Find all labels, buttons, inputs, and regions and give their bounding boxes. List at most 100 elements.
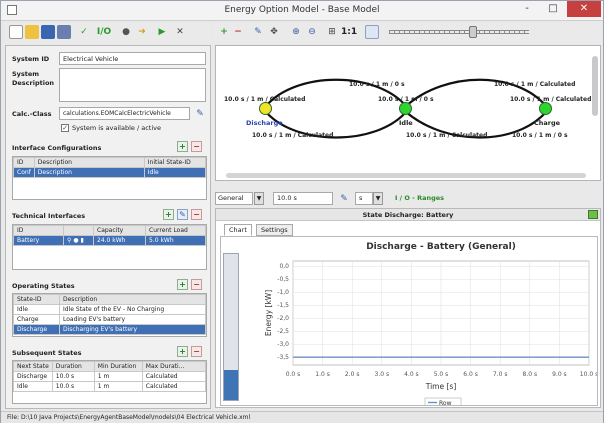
forward-icon[interactable]: ➜ bbox=[135, 25, 149, 39]
table-row[interactable]: Charge Loading EV's battery bbox=[13, 314, 206, 325]
save-as-icon[interactable] bbox=[57, 25, 71, 39]
time-input[interactable]: 10.0 s bbox=[273, 192, 333, 205]
layout-icon[interactable] bbox=[365, 25, 379, 39]
column-header[interactable]: ID bbox=[13, 225, 64, 236]
node-label-discharge: Discharge bbox=[246, 119, 283, 127]
edge-label: 10.0 s / 1 m / 0 s bbox=[349, 81, 405, 88]
column-header[interactable]: Current Load bbox=[145, 225, 206, 236]
fit-icon[interactable]: ⊞ bbox=[325, 25, 339, 39]
column-header[interactable]: ID bbox=[13, 157, 35, 168]
table-row[interactable]: Discharge 10.0 s 1 m Calculated bbox=[13, 371, 206, 382]
vertical-scrollbar[interactable] bbox=[592, 56, 598, 116]
zoom-in-icon[interactable]: ⊕ bbox=[289, 25, 303, 39]
io-button[interactable]: I/O bbox=[93, 25, 115, 39]
y-tick-label: 0,0 bbox=[279, 263, 289, 270]
check-icon[interactable]: ✓ bbox=[77, 25, 91, 39]
interface-type-icons: ⚲ ● ▮ bbox=[63, 235, 94, 246]
unit-select[interactable]: s bbox=[355, 192, 373, 205]
system-id-input[interactable]: Electrical Vehicle bbox=[59, 52, 206, 65]
line-chart: Discharge - Battery (General) 0,0 -0,5 -1,0… bbox=[264, 242, 597, 405]
graph-node-discharge[interactable] bbox=[259, 102, 272, 115]
zoom-ratio-button[interactable]: 1:1 bbox=[341, 25, 357, 39]
move-icon[interactable]: ✥ bbox=[267, 25, 281, 39]
maximize-button[interactable]: □ bbox=[541, 1, 565, 17]
system-id-label: System ID bbox=[12, 55, 50, 63]
unit-dropdown-icon[interactable]: ▼ bbox=[373, 192, 383, 205]
horizontal-scrollbar[interactable] bbox=[226, 173, 586, 178]
application-window: Energy Option Model - Base Model - □ ✕ ✓… bbox=[0, 0, 604, 423]
remove-config-button[interactable]: − bbox=[191, 141, 202, 152]
tab-chart[interactable]: Chart bbox=[224, 224, 252, 236]
add-state-button[interactable]: + bbox=[177, 279, 188, 290]
column-header[interactable]: Min Duration bbox=[93, 361, 143, 372]
table-cell: Calculated bbox=[141, 381, 206, 392]
column-header[interactable]: Description bbox=[33, 157, 145, 168]
tab-settings[interactable]: Settings bbox=[256, 224, 293, 236]
table-cell: Idle State of the EV - No Charging bbox=[59, 304, 206, 315]
system-description-input[interactable] bbox=[59, 68, 206, 102]
remove-state-button[interactable]: − bbox=[191, 279, 202, 290]
record-icon[interactable]: ● bbox=[119, 25, 133, 39]
table-cell: Idle bbox=[13, 304, 60, 315]
edge-label: 10.0 s / 1 m / Calculated bbox=[224, 96, 306, 103]
legend-label: Row bbox=[439, 400, 452, 405]
column-header[interactable]: Initial State-ID bbox=[143, 157, 206, 168]
zoom-slider-thumb[interactable] bbox=[469, 26, 477, 38]
add-subsequent-button[interactable]: + bbox=[177, 346, 188, 357]
add-config-button[interactable]: + bbox=[177, 141, 188, 152]
column-header[interactable]: Duration bbox=[51, 361, 95, 372]
add-icon[interactable]: + bbox=[217, 25, 231, 39]
y-tick-label: -2,0 bbox=[277, 315, 289, 322]
zoom-out-icon[interactable]: ⊖ bbox=[305, 25, 319, 39]
io-ranges-button[interactable]: I / O - Ranges bbox=[395, 194, 444, 202]
table-cell: Loading EV's battery bbox=[59, 314, 206, 325]
table-cell: Idle bbox=[143, 167, 206, 178]
select-icon[interactable]: ✎ bbox=[251, 25, 265, 39]
table-row[interactable]: Battery ⚲ ● ▮ 24.0 kWh 5.0 kWh bbox=[13, 235, 206, 246]
remove-interface-button[interactable]: − bbox=[191, 209, 202, 220]
column-header[interactable] bbox=[63, 225, 94, 236]
table-row[interactable]: Conf Description Idle bbox=[13, 167, 206, 178]
state-level-bar bbox=[223, 253, 239, 401]
edit-interface-button[interactable]: ✎ bbox=[177, 209, 188, 220]
state-graph-canvas[interactable]: Discharge Idle Charge 10.0 s / 1 m / 0 s… bbox=[215, 45, 601, 181]
table-cell: Description bbox=[33, 167, 145, 178]
remove-icon[interactable]: − bbox=[231, 25, 245, 39]
zoom-slider-track[interactable] bbox=[389, 30, 529, 34]
x-tick-label: 8.0 s bbox=[523, 371, 538, 378]
table-cell: Discharge bbox=[13, 371, 53, 382]
open-folder-icon[interactable] bbox=[25, 25, 39, 39]
state-controls-row: General ▼ 10.0 s ✎ s ▼ I / O - Ranges bbox=[215, 192, 601, 206]
graph-toolbar: + − ✎ ✥ ⊕ ⊖ ⊞ 1:1 bbox=[215, 23, 601, 43]
x-tick-label: 4.0 s bbox=[404, 371, 419, 378]
column-header[interactable]: State-ID bbox=[13, 294, 60, 305]
calc-class-input[interactable]: calculations.EOMCalcElectricVehicle bbox=[59, 107, 190, 120]
remove-subsequent-button[interactable]: − bbox=[191, 346, 202, 357]
panel-toggle-icon[interactable] bbox=[588, 210, 598, 219]
edit-time-icon[interactable]: ✎ bbox=[337, 192, 351, 206]
column-header[interactable]: Capacity bbox=[93, 225, 146, 236]
table-row[interactable]: Discharge Discharging EV's battery bbox=[13, 324, 206, 335]
graph-node-charge[interactable] bbox=[539, 102, 552, 115]
column-header[interactable]: Next State bbox=[13, 361, 53, 372]
add-interface-button[interactable]: + bbox=[163, 209, 174, 220]
table-row[interactable]: Idle Idle State of the EV - No Charging bbox=[13, 304, 206, 315]
column-header[interactable]: Max Durati... bbox=[141, 361, 206, 372]
view-select[interactable]: General bbox=[215, 192, 253, 205]
new-file-icon[interactable] bbox=[9, 25, 23, 39]
power-icon: ● bbox=[73, 237, 79, 244]
available-checkbox[interactable]: ✓ bbox=[61, 124, 69, 132]
minimize-button[interactable]: - bbox=[515, 1, 539, 17]
edit-class-icon[interactable]: ✎ bbox=[193, 107, 207, 121]
save-icon[interactable] bbox=[41, 25, 55, 39]
subsequent-states-table: Next State Duration Min Duration Max Dur… bbox=[12, 360, 207, 404]
graph-node-idle[interactable] bbox=[399, 102, 412, 115]
table-row[interactable]: Idle 10.0 s 1 m Calculated bbox=[13, 381, 206, 392]
view-dropdown-icon[interactable]: ▼ bbox=[254, 192, 264, 205]
close-button[interactable]: ✕ bbox=[567, 1, 601, 17]
stop-icon[interactable]: ✕ bbox=[173, 25, 187, 39]
play-icon[interactable]: ▶ bbox=[155, 25, 169, 39]
column-header[interactable]: Description bbox=[59, 294, 206, 305]
table-cell: 24.0 kWh bbox=[93, 235, 146, 246]
title-bar: Energy Option Model - Base Model - □ ✕ bbox=[1, 1, 603, 21]
